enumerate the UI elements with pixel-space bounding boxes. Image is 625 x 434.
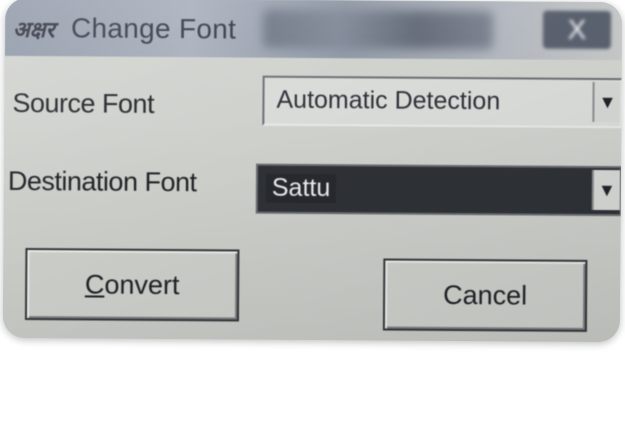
screenshot-stage: अक्षर Change Font X Source Font Automati…	[0, 0, 625, 434]
photo-reflection: Convert Cancel	[4, 340, 621, 434]
change-font-dialog: अक्षर Change Font X Source Font Automati…	[2, 0, 623, 343]
destination-font-value: Sattu	[265, 173, 337, 204]
convert-label-rest: onvert	[104, 269, 180, 301]
convert-mnemonic: C	[84, 269, 105, 300]
destination-font-dropdown-button[interactable]: ▼	[591, 169, 621, 211]
title-bar[interactable]: अक्षर Change Font X	[4, 0, 623, 61]
destination-font-label: Destination Font	[7, 165, 197, 198]
destination-font-select[interactable]: Sattu ▼	[255, 163, 623, 217]
app-logo-icon: अक्षर	[12, 16, 55, 44]
window-title: Change Font	[70, 12, 237, 45]
cancel-button[interactable]: Cancel	[382, 258, 588, 332]
blurred-title-region	[262, 9, 494, 50]
source-font-value: Automatic Detection	[276, 85, 501, 116]
source-font-label: Source Font	[12, 87, 155, 119]
convert-button[interactable]: Convert	[24, 247, 240, 322]
close-icon: X	[567, 13, 587, 45]
chevron-down-icon: ▼	[598, 91, 617, 113]
close-button[interactable]: X	[542, 10, 612, 50]
dialog-photo: अक्षर Change Font X Source Font Automati…	[2, 0, 623, 343]
source-font-select[interactable]: Automatic Detection ▼	[262, 75, 623, 129]
source-font-dropdown-button[interactable]: ▼	[592, 81, 621, 123]
chevron-down-icon: ▼	[597, 179, 616, 201]
